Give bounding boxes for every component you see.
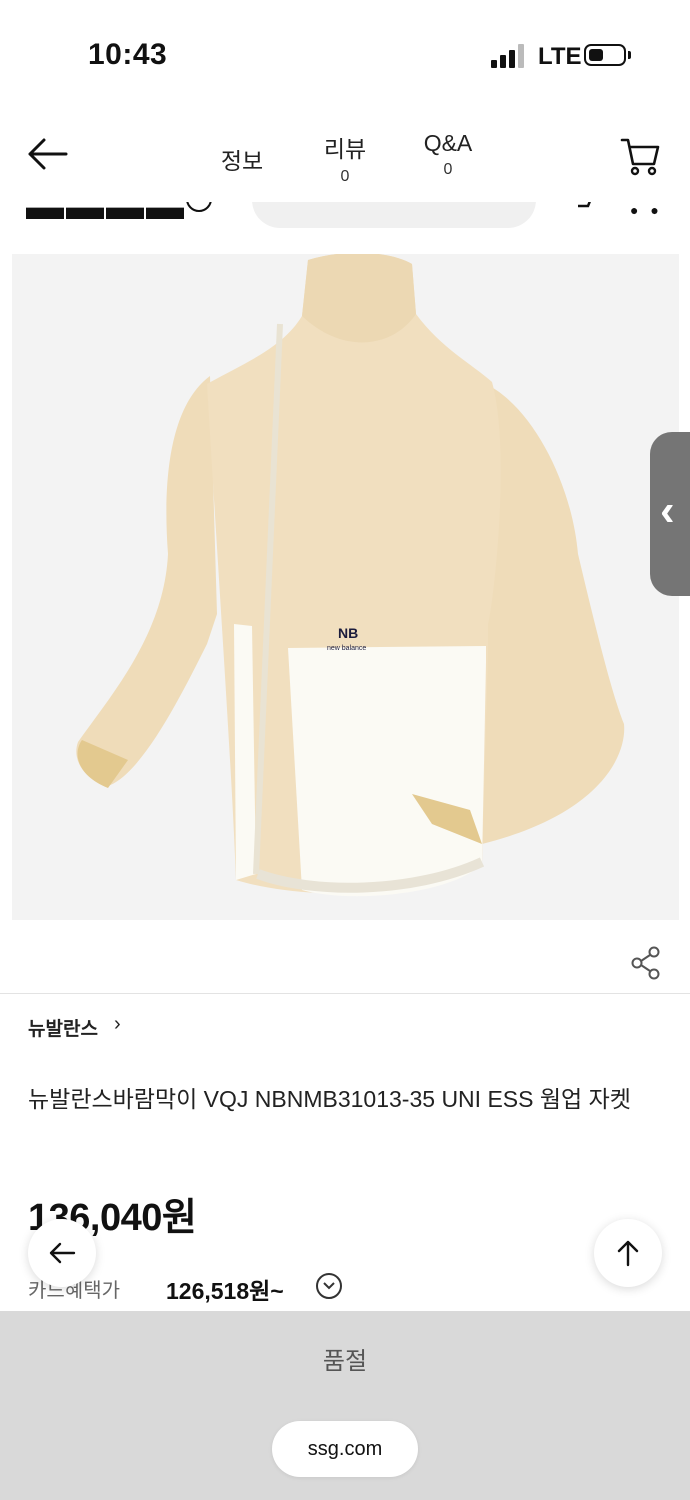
- jacket-illustration: NB new balance: [12, 254, 679, 920]
- arrow-left-icon: [49, 1242, 76, 1264]
- svg-text:NB: NB: [338, 625, 358, 641]
- product-header: 정보 리뷰 0 Q&A 0: [0, 110, 690, 202]
- network-label: LTE: [538, 43, 582, 70]
- tab-qna[interactable]: Q&A 0: [408, 130, 488, 179]
- tab-reviews[interactable]: 리뷰 0: [310, 130, 380, 186]
- status-time: 10:43: [88, 38, 168, 71]
- brand-link[interactable]: 뉴발란스: [28, 1014, 98, 1041]
- scroll-to-top-button[interactable]: [594, 1219, 662, 1287]
- svg-text:new balance: new balance: [327, 645, 366, 652]
- more-icon[interactable]: ● ●: [630, 202, 663, 218]
- card-benefit-price: 126,518원~: [166, 1278, 284, 1304]
- chevron-right-icon: ›: [114, 1013, 121, 1035]
- back-arrow-icon[interactable]: [26, 136, 68, 172]
- product-detail-page: 10:43 LTE 정보 리뷰 0 Q&A 0 ▬▬▬▬ ● ● NB new …: [0, 0, 690, 1500]
- status-bar: 10:43 LTE: [0, 0, 690, 110]
- share-icon[interactable]: [630, 946, 662, 980]
- tab-info[interactable]: 정보: [212, 142, 272, 176]
- cart-icon-fragment[interactable]: [574, 202, 598, 216]
- product-image[interactable]: NB new balance: [12, 254, 679, 920]
- side-panel-handle[interactable]: ‹: [650, 432, 690, 596]
- search-icon[interactable]: [486, 202, 510, 210]
- tab-reviews-label: 리뷰: [323, 136, 367, 162]
- arrow-up-icon: [617, 1240, 639, 1267]
- scrolled-search-bar: ▬▬▬▬ ● ●: [0, 202, 690, 242]
- cart-icon[interactable]: [620, 136, 662, 176]
- tab-qna-label: Q&A: [423, 130, 473, 156]
- signal-icon: [491, 44, 524, 68]
- back-float-button[interactable]: [28, 1219, 96, 1287]
- chevron-left-icon: ‹: [660, 486, 675, 535]
- tab-reviews-count: 0: [340, 168, 350, 185]
- tab-qna-count: 0: [443, 161, 453, 178]
- sold-out-button[interactable]: 품절: [0, 1341, 690, 1376]
- tab-info-label: 정보: [220, 148, 264, 174]
- battery-tip: [628, 51, 631, 59]
- chevron-down-icon[interactable]: [316, 1273, 342, 1299]
- browser-url-pill[interactable]: ssg.com: [272, 1421, 418, 1477]
- product-title: 뉴발란스바람막이 VQJ NBNMB31013-35 UNI ESS 웜업 자켓: [28, 1086, 631, 1112]
- section-divider: [0, 993, 690, 994]
- battery-icon: [584, 44, 626, 66]
- site-logo-fragment: ▬▬▬▬: [26, 202, 186, 228]
- logo-circle-fragment: [186, 202, 212, 212]
